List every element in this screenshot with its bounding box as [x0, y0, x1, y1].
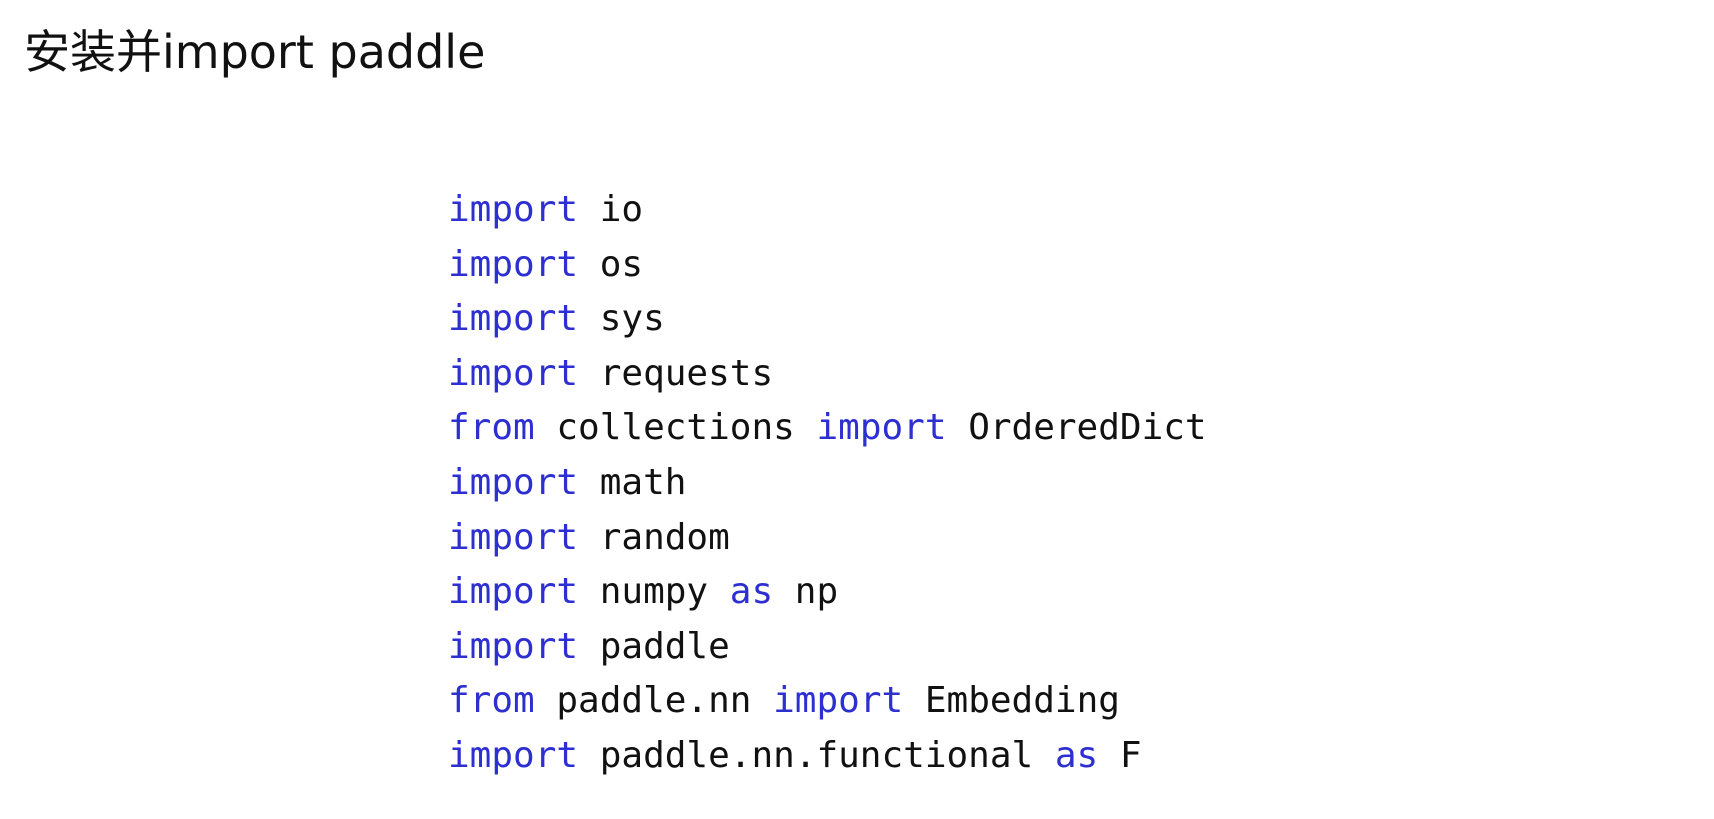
code-line: import paddle.nn.functional as F — [448, 732, 1207, 787]
code-line: import sys — [448, 295, 1207, 350]
code-keyword: from — [448, 407, 535, 449]
page-title: 安装并import paddle — [24, 25, 486, 79]
code-keyword: import — [448, 461, 579, 503]
code-text: sys — [578, 298, 665, 340]
code-keyword: from — [448, 680, 535, 722]
code-keyword: import — [448, 516, 579, 558]
code-text: OrderedDict — [946, 407, 1207, 449]
code-keyword: import — [448, 571, 579, 613]
code-text: paddle.nn — [534, 680, 774, 722]
code-keyword: import — [448, 243, 579, 285]
code-keyword: import — [773, 680, 904, 722]
code-keyword: import — [448, 734, 579, 776]
code-text: Embedding — [903, 680, 1120, 722]
code-keyword: as — [1054, 734, 1099, 776]
code-text: os — [578, 243, 644, 285]
code-keyword: as — [729, 571, 774, 613]
code-line: from collections import OrderedDict — [448, 404, 1207, 459]
code-block: import io import os import sys import reque… — [448, 186, 1207, 787]
code-line: import paddle — [448, 623, 1207, 678]
code-text: collections — [534, 407, 817, 449]
code-line: import requests — [448, 350, 1207, 405]
code-text: math — [578, 461, 687, 503]
code-keyword: import — [448, 298, 579, 340]
code-text: paddle.nn.functional — [578, 734, 1055, 776]
code-text: io — [578, 189, 644, 230]
code-keyword: import — [816, 407, 947, 449]
code-line: import os — [448, 241, 1207, 296]
code-text: random — [578, 516, 730, 558]
code-text: numpy — [578, 571, 730, 613]
code-keyword: import — [448, 625, 579, 667]
code-line: import random — [448, 514, 1207, 569]
code-text: np — [773, 571, 839, 613]
code-text: requests — [578, 352, 774, 394]
code-line: import io — [448, 186, 1207, 241]
code-line: import numpy as np — [448, 568, 1207, 623]
code-line: import math — [448, 459, 1207, 514]
code-text: paddle — [578, 625, 730, 667]
code-keyword: import — [448, 352, 579, 394]
code-line: from paddle.nn import Embedding — [448, 677, 1207, 732]
code-text: F — [1098, 734, 1142, 776]
code-keyword: import — [448, 189, 579, 230]
